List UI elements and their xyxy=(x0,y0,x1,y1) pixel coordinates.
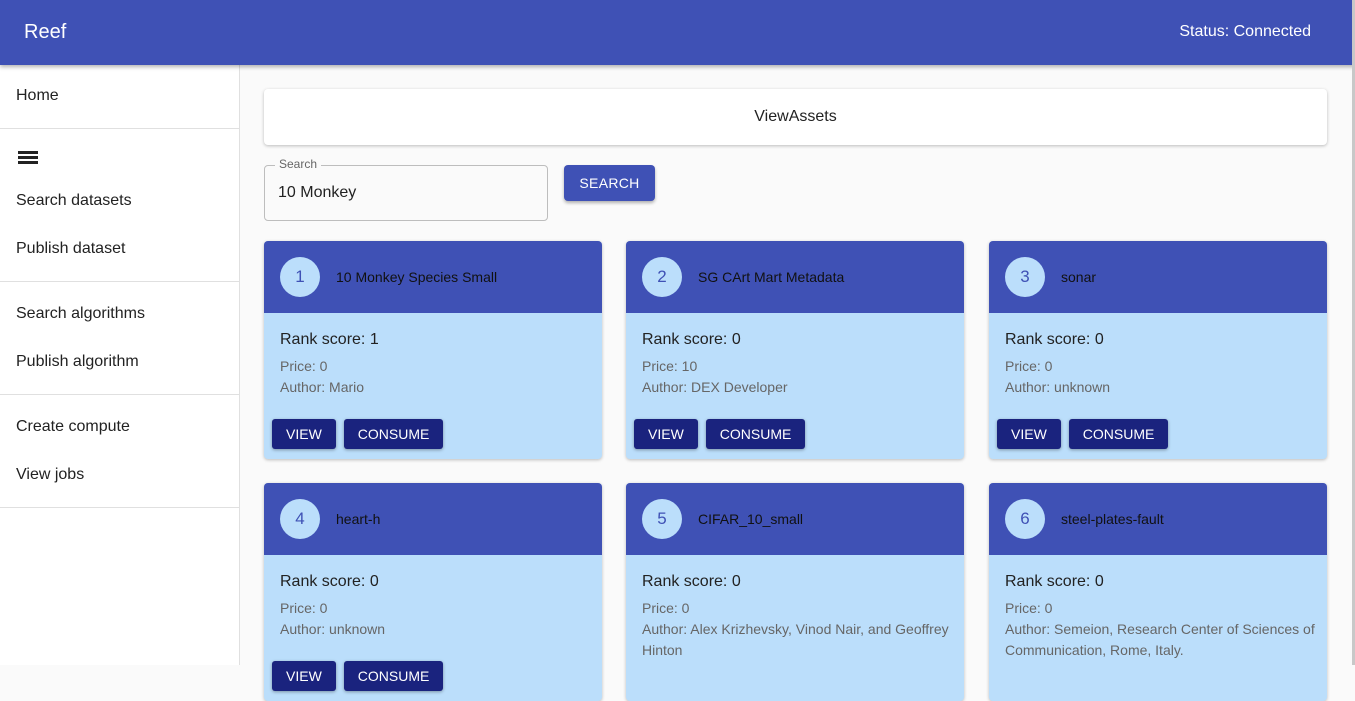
card-index-avatar: 4 xyxy=(280,499,320,539)
card-title: heart-h xyxy=(336,511,381,527)
price: Price: 0 xyxy=(1005,358,1053,374)
card-title: CIFAR_10_small xyxy=(698,511,804,527)
card-actions: VIEW CONSUME xyxy=(634,419,813,449)
sidebar-item-create-compute[interactable]: Create compute xyxy=(16,418,130,436)
consume-button[interactable]: CONSUME xyxy=(705,419,806,449)
consume-button[interactable]: CONSUME xyxy=(343,419,444,449)
card-index-avatar: 3 xyxy=(1005,257,1045,297)
price: Price: 0 xyxy=(642,600,690,616)
sidebar-divider xyxy=(0,281,239,282)
rank-score: Rank score: 0 xyxy=(280,573,379,590)
search-button[interactable]: SEARCH xyxy=(564,165,655,201)
price: Price: 10 xyxy=(642,358,698,374)
sidebar-item-view-jobs[interactable]: View jobs xyxy=(16,466,84,484)
card-title: steel-plates-fault xyxy=(1061,511,1164,527)
card-body: Rank score: 0 Price: 0 Author: Semeion, … xyxy=(1005,573,1315,661)
card-body: Rank score: 0 Price: 0 Author: Alex Kriz… xyxy=(642,573,952,661)
page-title: ViewAssets xyxy=(264,89,1327,145)
author: Author: unknown xyxy=(280,621,386,637)
rank-score: Rank score: 0 xyxy=(642,573,741,590)
price: Price: 0 xyxy=(1005,600,1053,616)
author: Author: DEX Developer xyxy=(642,379,788,395)
asset-card: 2 SG CArt Mart Metadata Rank score: 0 Pr… xyxy=(626,241,964,459)
card-header: 3 sonar xyxy=(989,241,1327,313)
author: Author: unknown xyxy=(1005,379,1111,395)
card-actions: VIEW CONSUME xyxy=(997,419,1176,449)
sidebar-item-publish-dataset[interactable]: Publish dataset xyxy=(16,240,125,258)
card-header: 4 heart-h xyxy=(264,483,602,555)
author: Author: Semeion, Research Center of Scie… xyxy=(1005,621,1315,658)
rank-score: Rank score: 0 xyxy=(1005,331,1104,348)
sidebar-divider xyxy=(0,394,239,395)
card-index-avatar: 6 xyxy=(1005,499,1045,539)
rank-score: Rank score: 1 xyxy=(280,331,379,348)
price: Price: 0 xyxy=(280,600,328,616)
search-field[interactable]: Search xyxy=(264,157,548,221)
card-header: 2 SG CArt Mart Metadata xyxy=(626,241,964,313)
consume-button[interactable]: CONSUME xyxy=(343,661,444,691)
rank-score: Rank score: 0 xyxy=(1005,573,1104,590)
sidebar-item-search-algorithms[interactable]: Search algorithms xyxy=(16,305,145,323)
author: Author: Alex Krizhevsky, Vinod Nair, and… xyxy=(642,621,949,658)
card-index-avatar: 1 xyxy=(280,257,320,297)
card-header: 5 CIFAR_10_small xyxy=(626,483,964,555)
app-title[interactable]: Reef xyxy=(24,21,66,44)
search-label: Search xyxy=(275,157,322,171)
card-actions: VIEW CONSUME xyxy=(272,661,451,691)
sidebar-item-search-datasets[interactable]: Search datasets xyxy=(16,192,132,210)
view-button[interactable]: VIEW xyxy=(634,419,698,449)
list-icon xyxy=(18,151,38,167)
card-body: Rank score: 0 Price: 0 Author: unknown xyxy=(1005,331,1315,398)
card-actions: VIEW CONSUME xyxy=(272,419,451,449)
card-body: Rank score: 1 Price: 0 Author: Mario xyxy=(280,331,590,398)
sidebar-divider xyxy=(0,128,239,129)
consume-button[interactable]: CONSUME xyxy=(1068,419,1169,449)
author: Author: Mario xyxy=(280,379,365,395)
sidebar-item-publish-algorithm[interactable]: Publish algorithm xyxy=(16,353,139,371)
card-title: sonar xyxy=(1061,269,1097,285)
card-index-avatar: 5 xyxy=(642,499,682,539)
card-body: Rank score: 0 Price: 0 Author: unknown xyxy=(280,573,590,640)
sidebar-item-home[interactable]: Home xyxy=(16,87,59,105)
card-title: 10 Monkey Species Small xyxy=(336,269,498,285)
app-bar: Reef Status: Connected xyxy=(0,0,1355,65)
card-title: SG CArt Mart Metadata xyxy=(698,269,845,285)
sidebar-divider xyxy=(0,507,239,508)
view-button[interactable]: VIEW xyxy=(272,661,336,691)
card-index-avatar: 2 xyxy=(642,257,682,297)
asset-card: 3 sonar Rank score: 0 Price: 0 Author: u… xyxy=(989,241,1327,459)
view-button[interactable]: VIEW xyxy=(272,419,336,449)
card-header: 1 10 Monkey Species Small xyxy=(264,241,602,313)
asset-card: 5 CIFAR_10_small Rank score: 0 Price: 0 … xyxy=(626,483,964,701)
connection-status: Status: Connected xyxy=(1179,23,1311,40)
price: Price: 0 xyxy=(280,358,328,374)
search-input[interactable] xyxy=(278,184,528,202)
asset-card: 6 steel-plates-fault Rank score: 0 Price… xyxy=(989,483,1327,701)
rank-score: Rank score: 0 xyxy=(642,331,741,348)
view-button[interactable]: VIEW xyxy=(997,419,1061,449)
asset-card: 1 10 Monkey Species Small Rank score: 1 … xyxy=(264,241,602,459)
card-header: 6 steel-plates-fault xyxy=(989,483,1327,555)
card-body: Rank score: 0 Price: 10 Author: DEX Deve… xyxy=(642,331,952,398)
sidebar: Home Search datasets Publish dataset Sea… xyxy=(0,65,240,665)
main-content: ViewAssets Search SEARCH 1 10 Monkey Spe… xyxy=(240,65,1352,701)
asset-card: 4 heart-h Rank score: 0 Price: 0 Author:… xyxy=(264,483,602,701)
